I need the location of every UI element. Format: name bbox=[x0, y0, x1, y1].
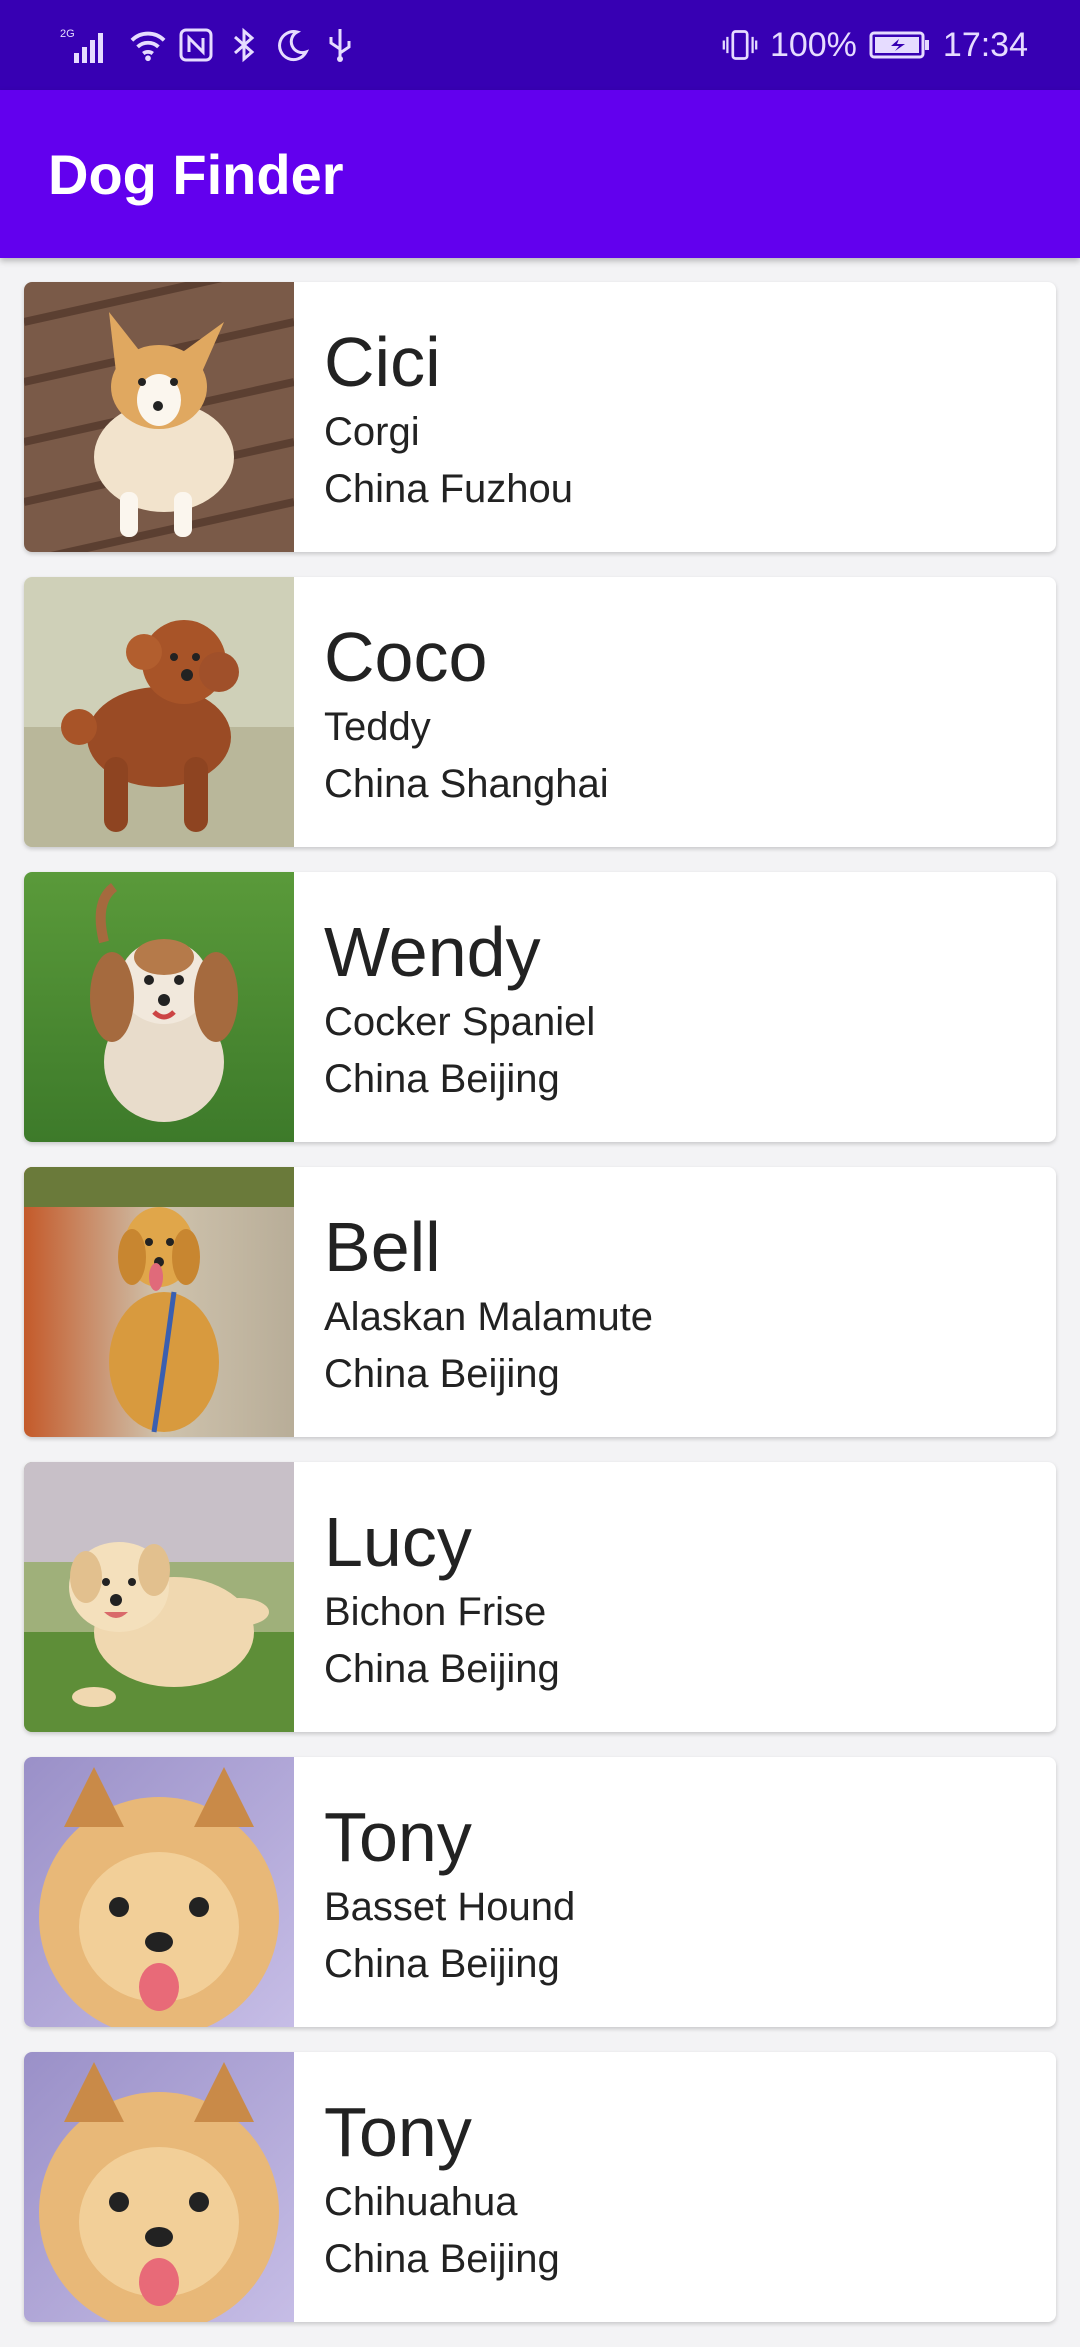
dog-location: China Beijing bbox=[324, 2237, 560, 2281]
dog-info: Coco Teddy China Shanghai bbox=[294, 577, 609, 847]
dog-breed: Cocker Spaniel bbox=[324, 1000, 596, 1044]
golden-puppy-photo bbox=[24, 1462, 294, 1732]
app-bar: Dog Finder bbox=[0, 90, 1080, 258]
status-left-icons: 2G bbox=[58, 25, 358, 65]
poodle-photo bbox=[24, 577, 294, 847]
dog-info: Cici Corgi China Fuzhou bbox=[294, 282, 573, 552]
dog-card[interactable]: Tony Basset Hound China Beijing bbox=[24, 1757, 1056, 2027]
dog-name: Wendy bbox=[324, 913, 541, 991]
golden-retriever-photo bbox=[24, 1167, 294, 1437]
dog-location: China Beijing bbox=[324, 1352, 560, 1396]
clock: 17:34 bbox=[942, 25, 1028, 64]
wifi-icon bbox=[130, 25, 166, 65]
dog-location: China Fuzhou bbox=[324, 467, 574, 511]
dog-info: Wendy Cocker Spaniel China Beijing bbox=[294, 872, 595, 1142]
dog-info: Lucy Bichon Frise China Beijing bbox=[294, 1462, 560, 1732]
pomeranian-photo bbox=[24, 1757, 294, 2027]
dog-info: Tony Basset Hound China Beijing bbox=[294, 1757, 575, 2027]
dog-location: China Shanghai bbox=[324, 762, 609, 806]
dog-card[interactable]: Tony Chihuahua China Beijing bbox=[24, 2052, 1056, 2322]
dog-breed: Chihuahua bbox=[324, 2180, 518, 2224]
dog-breed: Bichon Frise bbox=[324, 1590, 547, 1634]
status-right-icons: 100% 17:34 bbox=[722, 25, 1028, 65]
corgi-puppy-photo bbox=[24, 282, 294, 552]
dog-name: Tony bbox=[324, 2093, 472, 2171]
app-title: Dog Finder bbox=[48, 142, 344, 206]
dog-name: Bell bbox=[324, 1208, 441, 1286]
signal-icon: 2G bbox=[58, 25, 118, 65]
dog-breed: Teddy bbox=[324, 705, 431, 749]
dog-list: Cici Corgi China Fuzhou Coco Teddy China… bbox=[24, 282, 1056, 2347]
dog-name: Cici bbox=[324, 323, 441, 401]
battery-percent: 100% bbox=[769, 25, 857, 64]
nfc-icon bbox=[178, 25, 214, 65]
dog-name: Tony bbox=[324, 1798, 472, 1876]
dog-name: Coco bbox=[324, 618, 488, 696]
dog-location: China Beijing bbox=[324, 1057, 560, 1101]
dog-info: Bell Alaskan Malamute China Beijing bbox=[294, 1167, 653, 1437]
moon-icon bbox=[274, 25, 310, 65]
dog-info: Tony Chihuahua China Beijing bbox=[294, 2052, 560, 2322]
dog-card[interactable]: Lucy Bichon Frise China Beijing bbox=[24, 1462, 1056, 1732]
dog-location: China Beijing bbox=[324, 1647, 560, 1691]
dog-card[interactable]: Coco Teddy China Shanghai bbox=[24, 577, 1056, 847]
bluetooth-icon bbox=[226, 25, 262, 65]
dog-location: China Beijing bbox=[324, 1942, 560, 1986]
dog-breed: Alaskan Malamute bbox=[324, 1295, 654, 1339]
dog-card[interactable]: Cici Corgi China Fuzhou bbox=[24, 282, 1056, 552]
dog-card[interactable]: Wendy Cocker Spaniel China Beijing bbox=[24, 872, 1056, 1142]
dog-name: Lucy bbox=[324, 1503, 472, 1581]
svg-text:2G: 2G bbox=[60, 28, 75, 40]
status-bar: 2G 100% 17:34 bbox=[0, 0, 1080, 90]
dog-card[interactable]: Bell Alaskan Malamute China Beijing bbox=[24, 1167, 1056, 1437]
dog-breed: Basset Hound bbox=[324, 1885, 576, 1929]
dog-breed: Corgi bbox=[324, 410, 420, 454]
cocker-spaniel-photo bbox=[24, 872, 294, 1142]
pomeranian-photo bbox=[24, 2052, 294, 2322]
usb-icon bbox=[322, 25, 358, 65]
vibrate-icon bbox=[722, 25, 758, 65]
battery-icon bbox=[869, 25, 931, 65]
